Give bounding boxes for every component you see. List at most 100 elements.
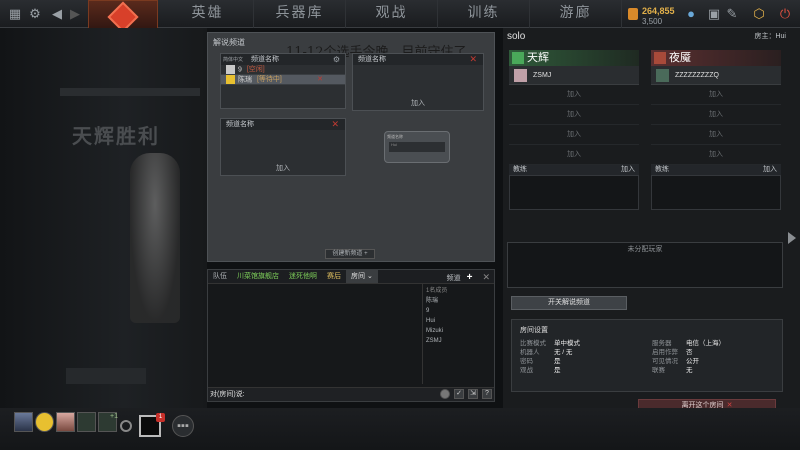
setting-row: 启用作弊 否: [652, 348, 774, 357]
setting-value: 无 / 无: [554, 349, 573, 356]
remove-x-icon[interactable]: ✕: [331, 119, 339, 130]
nav-heroes[interactable]: 英雄: [162, 0, 254, 28]
join-slot[interactable]: 加入: [509, 85, 639, 105]
player-name: ZSMJ: [533, 72, 552, 79]
setting-row: 机器人 无 / 无: [520, 348, 642, 357]
setting-value: 单中模式: [554, 340, 580, 347]
setting-key: 比赛模式: [520, 340, 546, 347]
coach-label: 教练: [513, 166, 527, 173]
setting-value: 电信（上海）: [686, 340, 725, 347]
back-arrow-icon[interactable]: ◀: [48, 5, 66, 23]
slot-header: 频道名称 ✕: [221, 119, 345, 130]
player-avatar: [656, 69, 669, 82]
join-slot[interactable]: 加入: [509, 105, 639, 125]
broadcast-slot-1[interactable]: 简体中文 频道名称 ⚙ 9 [空闲] 陈瑞 [等待中] ✕: [220, 53, 346, 109]
player-slot[interactable]: ZSMJ: [509, 66, 639, 85]
coach-join-button[interactable]: 加入: [763, 165, 777, 175]
remove-x-icon[interactable]: ✕: [469, 54, 477, 65]
broadcast-slot-3[interactable]: 频道名称 ✕ 加入: [220, 118, 346, 176]
slot-channel-name: 频道名称: [358, 56, 386, 63]
nav-arcade[interactable]: 游廊: [530, 0, 622, 28]
nav-watch[interactable]: 观战: [346, 0, 438, 28]
settings-title: 房间设置: [520, 327, 548, 334]
join-slot[interactable]: 加入: [651, 145, 781, 165]
chat-bubble-icon[interactable]: ▪▪▪: [172, 415, 194, 437]
nav-learn[interactable]: 训练: [438, 0, 530, 28]
slot-header: 频道名称 ✕: [353, 54, 483, 65]
chat-input-prefix: 对(房间)说:: [210, 391, 245, 398]
setting-row: 密码 是: [520, 357, 642, 366]
power-icon[interactable]: ⏻: [776, 5, 794, 23]
help-icon[interactable]: ?: [482, 389, 492, 399]
kick-x-icon[interactable]: ✕: [317, 75, 323, 85]
party-member-avatar[interactable]: [56, 412, 75, 432]
channel-preview: 频道名称 Hui: [384, 131, 450, 163]
coach-header: 教练 加入: [509, 165, 639, 175]
close-chat-icon[interactable]: ✕: [482, 272, 490, 282]
member-item[interactable]: Mizuki: [426, 326, 491, 336]
join-slot[interactable]: 加入: [509, 125, 639, 145]
settings-column-left: 比赛模式 单中模式 机器人无 / 无 密码是 观战 是: [520, 339, 642, 375]
coach-slot: 教练 加入: [651, 165, 781, 210]
unassigned-players[interactable]: 未分配玩家: [507, 242, 783, 288]
join-slot[interactable]: 加入: [509, 145, 639, 165]
team-radiant: 天辉 ZSMJ 加入 加入 加入 加入 教练 加入: [509, 50, 639, 210]
create-channel-button[interactable]: 创建新频道 +: [325, 249, 375, 259]
settings-gear-icon[interactable]: ⚙: [26, 5, 44, 23]
player-avatar: [514, 69, 527, 82]
toggle-broadcast-button[interactable]: 开关解说频道: [511, 296, 627, 310]
coach-join-button[interactable]: 加入: [621, 165, 635, 175]
player-slot[interactable]: ZZZZZZZZZQ: [651, 66, 781, 85]
shards-balance: 264,855 3,500: [642, 6, 675, 26]
scene-title: 天辉胜利: [72, 124, 160, 148]
join-slot[interactable]: 加入: [651, 85, 781, 105]
party-member-avatar[interactable]: [14, 412, 33, 432]
slot-join-button[interactable]: 加入: [221, 163, 345, 173]
level-badge-icon[interactable]: ⬡: [750, 5, 768, 23]
refresh-icon[interactable]: [120, 420, 132, 432]
chat-tab-postgame[interactable]: 赛后: [322, 270, 346, 283]
tools-icon[interactable]: ✎: [723, 5, 741, 23]
setting-value: 是: [554, 367, 561, 374]
team-radiant-header[interactable]: 天辉: [509, 50, 639, 66]
chat-input-field[interactable]: 对(房间)说:: [208, 387, 494, 401]
forward-arrow-icon[interactable]: ▶: [66, 5, 84, 23]
setting-row: 可见情况 公开: [652, 357, 774, 366]
setting-key: 可见情况: [652, 358, 678, 365]
chat-tab-team[interactable]: 队伍: [208, 270, 232, 283]
gear-icon[interactable]: ⚙: [333, 54, 340, 65]
team-dire-header[interactable]: 夜魇: [651, 50, 781, 66]
arrow-right-icon[interactable]: [788, 232, 796, 244]
add-channel-icon[interactable]: +: [467, 272, 473, 283]
party-member-avatar[interactable]: [35, 412, 54, 432]
member-item[interactable]: ZSMJ: [426, 336, 491, 346]
slot-channel-name: 频道名称: [226, 121, 254, 128]
emote-icon[interactable]: [440, 389, 450, 399]
settings-grid: 比赛模式 单中模式 机器人无 / 无 密码是 观战是 服务器 电信（上海） 启用作弊…: [520, 339, 774, 375]
nav-armory[interactable]: 兵器库: [254, 0, 346, 28]
chevron-down-icon: ⌄: [366, 273, 373, 280]
expand-icon[interactable]: ⇲: [468, 389, 478, 399]
party-bar: [14, 412, 117, 440]
chat-tab-room[interactable]: 房间 ⌄: [346, 270, 378, 283]
member-item[interactable]: Hui: [426, 316, 491, 326]
chat-member-list: 1名成员 陈瑞 9 Hui Mizuki ZSMJ: [422, 284, 494, 384]
friends-icon[interactable]: ●: [682, 5, 700, 23]
chat-tab-channel[interactable]: 迷死他啊: [284, 270, 322, 283]
lobby-panel: solo 房主：Hui 天辉 ZSMJ 加入 加入 加入 加入 教练 加入 夜魇 …: [503, 28, 800, 413]
member-item[interactable]: 9: [426, 306, 491, 316]
slot-join-button[interactable]: 加入: [353, 98, 483, 108]
join-slot[interactable]: 加入: [651, 125, 781, 145]
check-icon[interactable]: ✓: [454, 389, 464, 399]
channels-label[interactable]: 频道: [447, 275, 461, 282]
party-empty-slot[interactable]: [77, 412, 96, 432]
broadcast-slot-2[interactable]: 频道名称 ✕ 加入: [352, 53, 484, 111]
dashboard-icon[interactable]: ▦: [6, 5, 24, 23]
inventory-icon[interactable]: ▣: [705, 5, 723, 23]
coach-slot: 教练 加入: [509, 165, 639, 210]
member-item[interactable]: 陈瑞: [426, 296, 491, 306]
setting-key: 观战: [520, 367, 533, 374]
join-slot[interactable]: 加入: [651, 105, 781, 125]
chat-tab-guild[interactable]: 川菜馆旗舰店: [232, 270, 284, 283]
slot-member-status: [空闲]: [246, 66, 265, 74]
